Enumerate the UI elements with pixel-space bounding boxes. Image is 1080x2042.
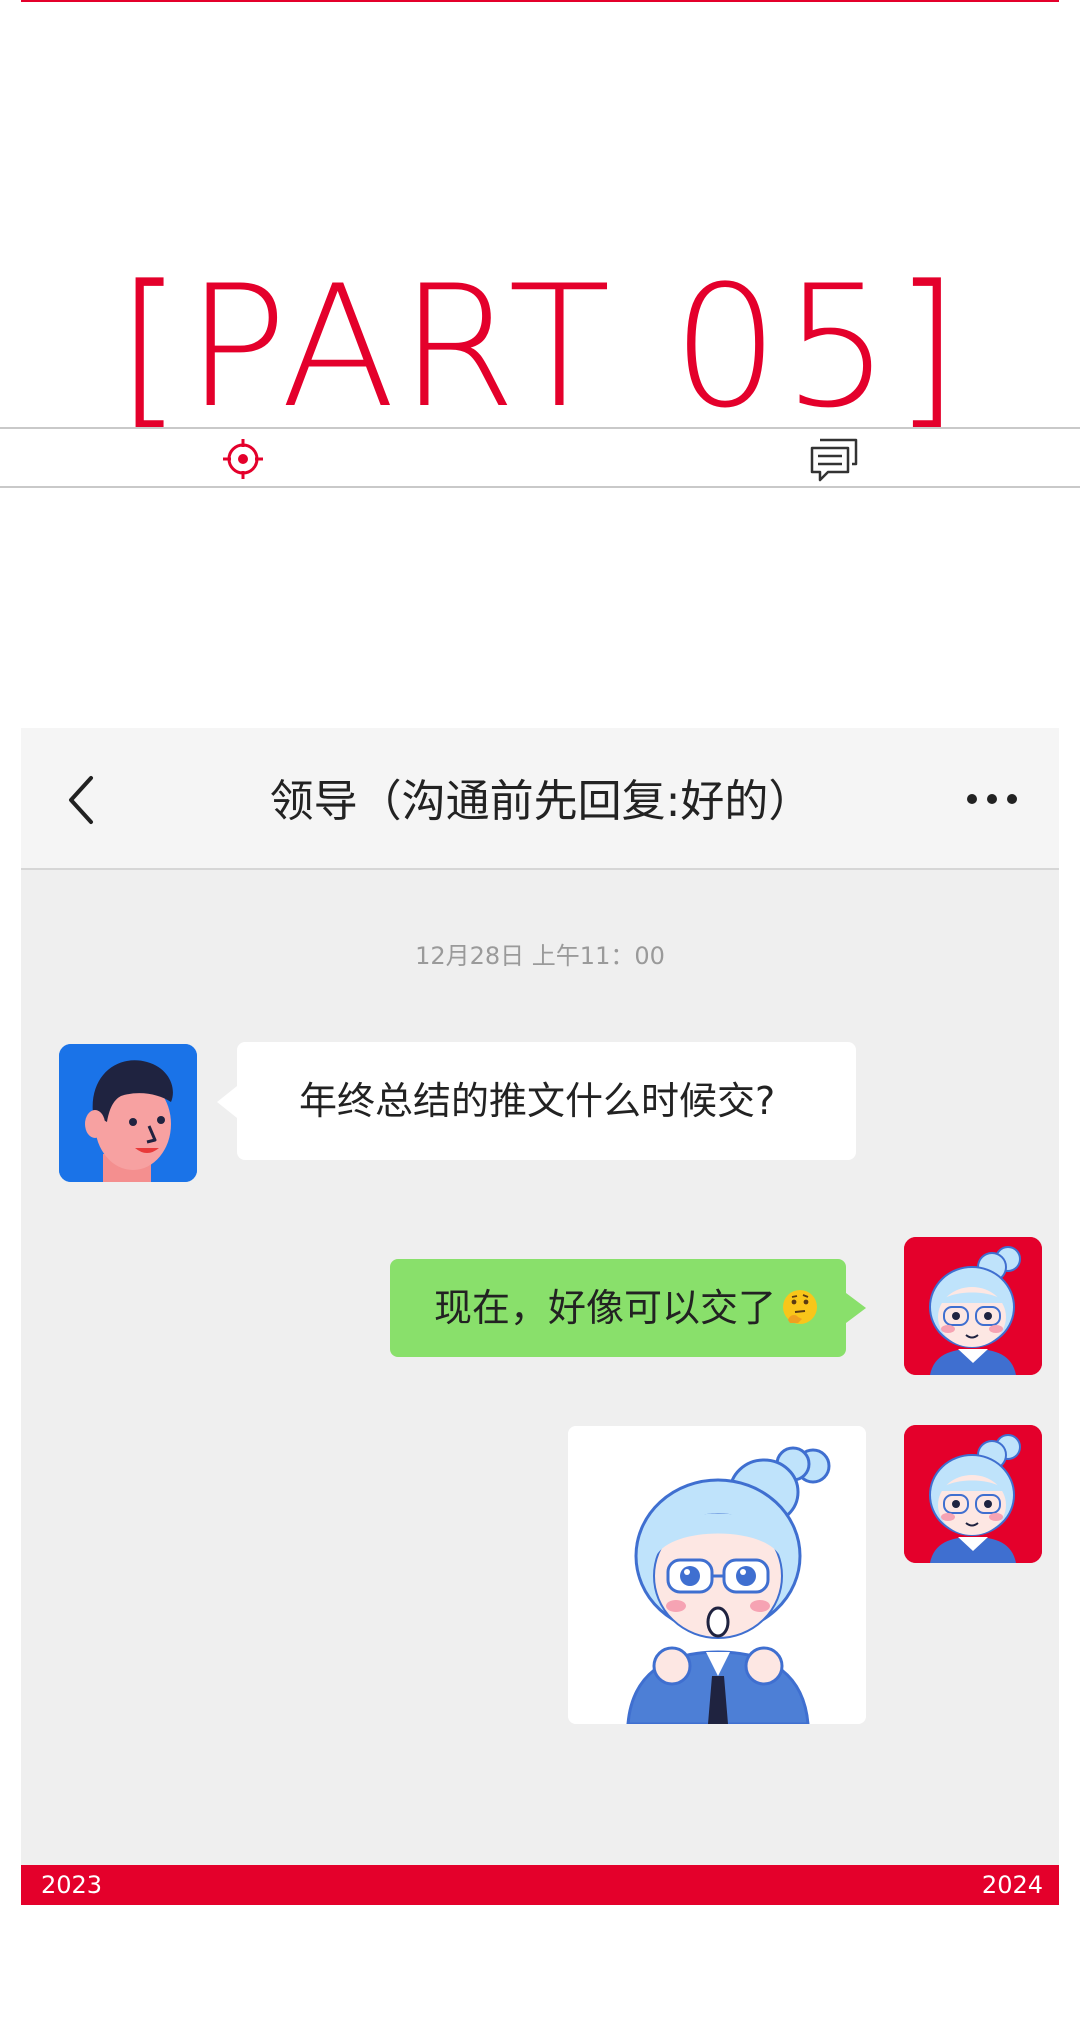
year-start-label: 2023	[41, 1871, 103, 1899]
divider-bottom	[0, 486, 1080, 488]
year-footer-bar: 2023 2024	[21, 1865, 1059, 1905]
sticker-message[interactable]	[568, 1426, 866, 1724]
divider-top	[0, 427, 1080, 429]
more-dots-icon[interactable]	[965, 792, 1019, 806]
thinking-face-emoji	[783, 1289, 818, 1324]
incoming-message-bubble[interactable]: 年终总结的推文什么时候交?	[217, 1042, 856, 1160]
message-timestamp: 12月28日 上午11：00	[415, 942, 665, 970]
chat-window: 领导（沟通前先回复:好的） 12月28日 上午11：00 年终总结的推文什么时候…	[21, 728, 1059, 1866]
target-icon	[223, 439, 263, 479]
chevron-left-icon[interactable]	[63, 774, 99, 826]
girl-face-icon	[904, 1425, 1042, 1563]
chat-bubbles-icon	[810, 438, 858, 482]
chat-title: 领导（沟通前先回复:好的）	[269, 776, 813, 827]
my-avatar[interactable]	[904, 1425, 1042, 1563]
leader-avatar[interactable]	[59, 1044, 197, 1182]
chat-header: 领导（沟通前先回复:好的）	[21, 728, 1059, 870]
top-accent-rule	[21, 0, 1059, 2]
outgoing-message-bubble[interactable]: 现在，好像可以交了	[390, 1259, 866, 1357]
man-face-icon	[59, 1044, 197, 1182]
incoming-message-text: 年终总结的推文什么时候交?	[299, 1079, 776, 1123]
year-end-label: 2024	[981, 1871, 1043, 1899]
outgoing-message-text: 现在，好像可以交了	[434, 1286, 777, 1330]
girl-face-icon	[904, 1237, 1042, 1375]
surprised-girl-sticker	[568, 1426, 866, 1724]
section-title: [PART 05]	[116, 249, 964, 445]
my-avatar[interactable]	[904, 1237, 1042, 1375]
